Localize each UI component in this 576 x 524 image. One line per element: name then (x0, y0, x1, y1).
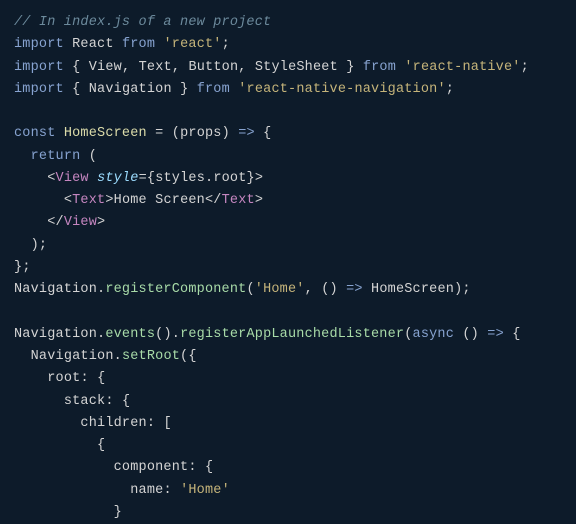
children-prop: children (80, 416, 146, 431)
from-kw: from (122, 37, 155, 52)
home-string-2: 'Home' (180, 483, 230, 498)
nav-obj: Navigation (14, 327, 97, 342)
styles-ident: styles (155, 171, 205, 186)
style-attr: style (97, 171, 139, 186)
nav-obj: Navigation (14, 282, 97, 297)
code-block: // In index.js of a new project import R… (14, 12, 562, 524)
from-kw: from (197, 82, 230, 97)
view-close-tag: View (64, 215, 97, 230)
return-kw: return (31, 149, 81, 164)
comment-line: // In index.js of a new project (14, 15, 271, 30)
homescreen-ref: HomeScreen (371, 282, 454, 297)
events-method: events (105, 327, 155, 342)
root-ident: root (213, 171, 246, 186)
stack-prop: stack (64, 394, 106, 409)
import-kw: import (14, 37, 64, 52)
view-tag: View (56, 171, 89, 186)
name-prop: name (130, 483, 163, 498)
import-kw: import (14, 82, 64, 97)
text-close-tag: Text (222, 193, 255, 208)
button-ident: Button (188, 60, 238, 75)
home-screen-text: Home Screen (114, 193, 205, 208)
react-ident: React (72, 37, 114, 52)
string-react: 'react' (163, 37, 221, 52)
from-kw: from (363, 60, 396, 75)
async-kw: async (413, 327, 455, 342)
root-prop: root (47, 371, 80, 386)
stylesheet-ident: StyleSheet (255, 60, 338, 75)
const-kw: const (14, 126, 56, 141)
register-component-method: registerComponent (105, 282, 246, 297)
props-ident: props (180, 126, 222, 141)
view-ident: View (89, 60, 122, 75)
home-string: 'Home' (255, 282, 305, 297)
import-kw: import (14, 60, 64, 75)
homescreen-ident: HomeScreen (64, 126, 147, 141)
setroot-method: setRoot (122, 349, 180, 364)
text-ident: Text (139, 60, 172, 75)
nav-obj: Navigation (31, 349, 114, 364)
string-rn: 'react-native' (404, 60, 520, 75)
register-listener-method: registerAppLaunchedListener (180, 327, 404, 342)
text-tag: Text (72, 193, 105, 208)
string-rnn: 'react-native-navigation' (238, 82, 446, 97)
nav-ident: Navigation (89, 82, 172, 97)
component-prop: component (114, 460, 189, 475)
